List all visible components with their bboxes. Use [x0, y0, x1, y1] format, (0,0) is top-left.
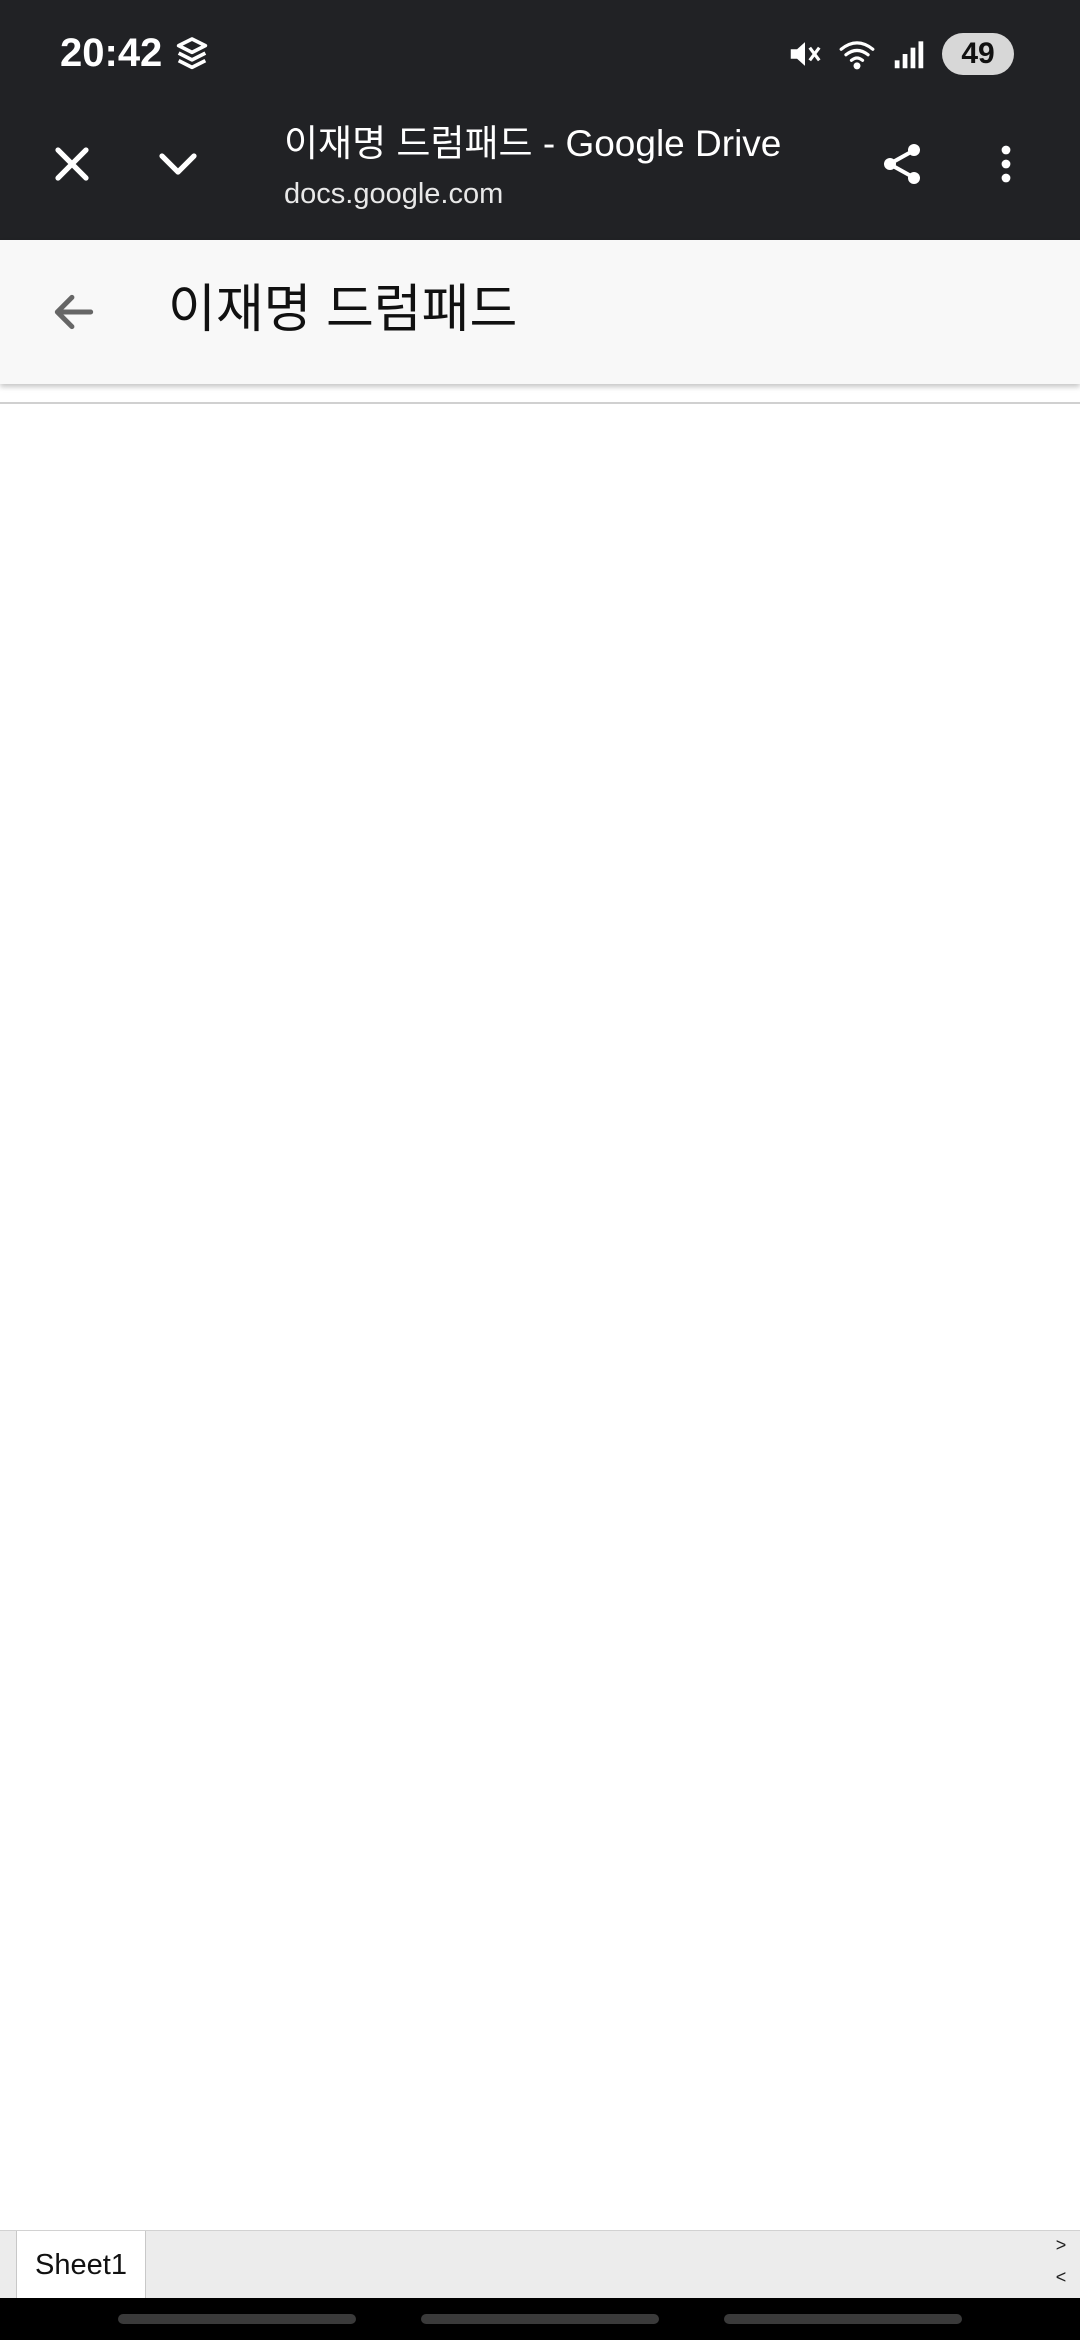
share-button[interactable] — [854, 116, 950, 212]
sheet-tab-bar: Sheet1 > < — [0, 2230, 1080, 2299]
close-tab-button[interactable] — [24, 116, 120, 212]
scroll-left-arrow[interactable]: < — [1050, 2267, 1072, 2287]
arrow-back-icon — [54, 294, 94, 330]
status-time: 20:42 — [60, 31, 163, 75]
app-bar: 이재명 드럼패드 — [0, 240, 1080, 384]
tab-scroll-arrows: > < — [1050, 2233, 1072, 2297]
status-bar: 20:42 49 — [0, 0, 1080, 108]
browser-chrome: 20:42 49 이재명 드럼패드 - Google Drive docs.go… — [0, 0, 1080, 240]
more-vert-icon — [1001, 145, 1011, 183]
system-nav-bar — [0, 2298, 1080, 2340]
nav-handle-left[interactable] — [118, 2314, 356, 2324]
wifi-icon — [839, 41, 875, 70]
signal-icon — [894, 41, 924, 69]
page-title: 이재명 드럼패드 - Google Drive — [284, 123, 782, 164]
nav-handle-center[interactable] — [421, 2314, 659, 2324]
sheet-content-area[interactable] — [0, 406, 1080, 2230]
status-icons: 49 — [786, 32, 1014, 76]
document-title: 이재명 드럼패드 — [168, 281, 518, 339]
share-icon — [884, 144, 920, 184]
nav-handle-right[interactable] — [724, 2314, 962, 2324]
more-options-button[interactable] — [958, 116, 1054, 212]
battery-indicator: 49 — [942, 33, 1014, 75]
close-icon — [55, 147, 89, 181]
back-button[interactable] — [26, 264, 122, 360]
layers-icon — [176, 37, 208, 70]
page-url: docs.google.com — [284, 178, 504, 210]
collapse-button[interactable] — [130, 116, 226, 212]
chevron-down-icon — [159, 153, 197, 175]
mute-icon — [790, 42, 821, 66]
scroll-right-arrow[interactable]: > — [1050, 2235, 1072, 2255]
sheet-tab-sheet1[interactable]: Sheet1 — [16, 2231, 146, 2299]
divider — [0, 402, 1080, 404]
